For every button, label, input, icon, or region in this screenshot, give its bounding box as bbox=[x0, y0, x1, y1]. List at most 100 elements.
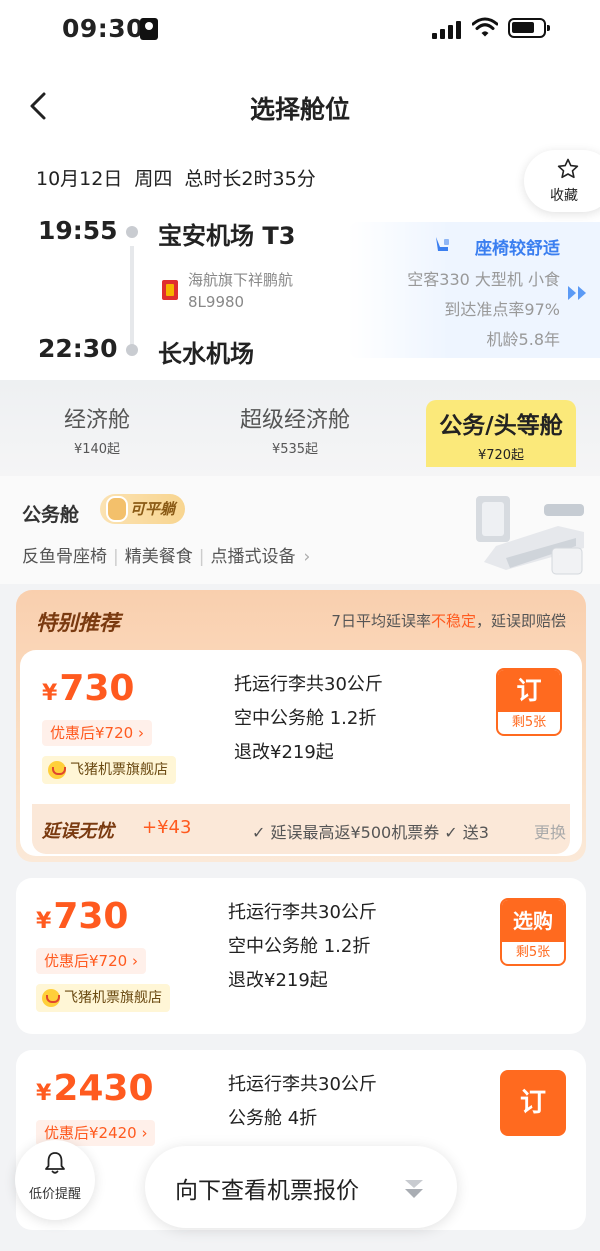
chevron-right-icon: › bbox=[303, 547, 311, 567]
offer-details: 托运行李共30公斤 空中公务舱 1.2折 退改¥219起 bbox=[234, 668, 383, 770]
delay-rate-note: 7日平均延误率不稳定，延误即赔偿 bbox=[331, 610, 566, 631]
divider: | bbox=[113, 547, 119, 567]
aircraft-age: 机龄5.8年 bbox=[486, 330, 560, 349]
tab-premium-economy[interactable]: 超级经济舱 ¥535起 bbox=[240, 402, 350, 457]
delay-insurance[interactable]: 延误无忧 +¥43 ✓ 延误最高返¥500机票券 ✓ 送3 更换 bbox=[32, 804, 570, 854]
special-recommendation: 特别推荐 7日平均延误率不稳定，延误即赔偿 ¥730 优惠后¥720 › 飞猪机… bbox=[16, 590, 586, 862]
double-chevron-right-icon bbox=[568, 286, 586, 300]
currency: ¥ bbox=[36, 909, 52, 934]
tab-price: ¥535起 bbox=[271, 442, 319, 457]
offer-price: ¥730 bbox=[36, 896, 128, 937]
fliggy-icon bbox=[42, 989, 60, 1007]
scroll-label: 向下查看机票报价 bbox=[175, 1178, 359, 1204]
shop-name: 飞猪机票旗舰店 bbox=[64, 990, 162, 1006]
tab-price: ¥720起 bbox=[477, 448, 525, 463]
offer-price: ¥730 bbox=[42, 668, 134, 709]
arrival-dot bbox=[126, 344, 138, 356]
offer-card[interactable]: ¥730 优惠后¥720 › 飞猪机票旗舰店 托运行李共30公斤 空中公务舱 1… bbox=[16, 878, 586, 1034]
scroll-to-prices-button[interactable]: 向下查看机票报价 bbox=[145, 1146, 457, 1228]
select-button[interactable]: 选购 剩5张 bbox=[500, 898, 566, 966]
discount-price[interactable]: 优惠后¥720 › bbox=[36, 948, 146, 974]
note-text: ，延误即赔偿 bbox=[475, 612, 566, 630]
shop-badge[interactable]: 飞猪机票旗舰店 bbox=[36, 984, 170, 1012]
divider: | bbox=[198, 547, 205, 567]
departure-time: 19:55 bbox=[38, 216, 118, 245]
cabin-feature[interactable]: 公务舱 可平躺 反鱼骨座椅 | 精美餐食 | 点播式设备 › bbox=[0, 476, 600, 584]
currency: ¥ bbox=[36, 1081, 52, 1106]
tab-price: ¥140起 bbox=[73, 442, 121, 457]
remaining-seats: 剩5张 bbox=[511, 715, 547, 730]
feature-item: 精美餐食 bbox=[124, 547, 193, 567]
cabin-discount: 公务舱 4折 bbox=[228, 1108, 318, 1129]
wifi-icon bbox=[472, 17, 498, 37]
flight-info: 10月12日 周四 总时长2时35分 收藏 19:55 宝安机场 T3 海航旗下… bbox=[0, 150, 600, 380]
note-text: 7日平均延误率 bbox=[331, 612, 431, 630]
price-alert-button[interactable]: 低价提醒 bbox=[15, 1140, 95, 1220]
airline-logo bbox=[162, 280, 178, 300]
price-value: 730 bbox=[59, 668, 135, 709]
airline-info: 海航旗下祥鹏航 8L9980 bbox=[188, 269, 293, 313]
discount-price[interactable]: 优惠后¥720 › bbox=[42, 720, 152, 746]
baggage-info: 托运行李共30公斤 bbox=[234, 674, 383, 695]
status-time: 09:30 bbox=[62, 14, 145, 43]
flatbed-badge: 可平躺 bbox=[100, 494, 186, 524]
price-value: 2430 bbox=[53, 1068, 154, 1109]
currency: ¥ bbox=[42, 681, 58, 706]
flatbed-label: 可平躺 bbox=[130, 500, 176, 518]
seat-icon bbox=[436, 237, 449, 251]
cabin-discount: 空中公务舱 1.2折 bbox=[228, 936, 371, 957]
route-line bbox=[130, 246, 134, 346]
fliggy-icon bbox=[48, 761, 66, 779]
favorite-button[interactable]: 收藏 bbox=[524, 150, 600, 212]
price-alert-label: 低价提醒 bbox=[28, 1187, 81, 1202]
departure-airport: 宝安机场 T3 bbox=[158, 222, 296, 250]
id-card-icon bbox=[140, 18, 158, 40]
tab-label: 超级经济舱 bbox=[240, 408, 351, 433]
star-icon bbox=[557, 158, 579, 179]
favorite-label: 收藏 bbox=[550, 188, 578, 204]
business-seat-illustration bbox=[476, 496, 584, 575]
cabin-tabs: 经济舱 ¥140起 超级经济舱 ¥535起 公务/头等舱 ¥720起 bbox=[0, 380, 600, 476]
note-warning: 不稳定 bbox=[430, 612, 476, 630]
battery-icon bbox=[508, 18, 550, 38]
flight-number: 8L9980 bbox=[188, 293, 245, 311]
offer-details: 托运行李共30公斤 空中公务舱 1.2折 退改¥219起 bbox=[228, 896, 377, 998]
cabin-discount: 空中公务舱 1.2折 bbox=[234, 708, 377, 729]
shop-name: 飞猪机票旗舰店 bbox=[70, 762, 168, 778]
select-label: 选购 bbox=[502, 900, 564, 942]
delay-price: +¥43 bbox=[142, 817, 192, 838]
airline-name: 海航旗下祥鹏航 bbox=[188, 271, 294, 289]
tab-economy[interactable]: 经济舱 ¥140起 bbox=[64, 402, 130, 457]
offer-price: ¥2430 bbox=[36, 1068, 154, 1109]
comfort-title: 座椅较舒适 bbox=[475, 239, 560, 259]
remaining-seats: 剩5张 bbox=[515, 945, 551, 960]
arrival-airport: 长水机场 bbox=[158, 340, 254, 368]
tab-label: 经济舱 bbox=[64, 408, 131, 433]
feature-title: 公务舱 bbox=[22, 504, 80, 526]
chevron-down-icon bbox=[405, 1180, 423, 1198]
baggage-info: 托运行李共30公斤 bbox=[228, 1074, 377, 1095]
top-nav: 选择舱位 bbox=[0, 60, 600, 150]
refund-info: 退改¥219起 bbox=[228, 970, 328, 991]
tab-label: 公务/头等舱 bbox=[439, 413, 563, 439]
tab-business-first[interactable]: 公务/头等舱 ¥720起 bbox=[426, 400, 576, 467]
departure-dot bbox=[126, 226, 138, 238]
book-label: 订 bbox=[498, 670, 560, 712]
arrival-time: 22:30 bbox=[38, 334, 118, 363]
flight-date: 10月12日 周四 总时长2时35分 bbox=[36, 168, 316, 190]
feature-item: 反鱼骨座椅 bbox=[22, 547, 107, 567]
delay-title: 延误无忧 bbox=[42, 821, 114, 842]
status-bar: 09:30 bbox=[0, 0, 600, 60]
bell-icon bbox=[45, 1152, 65, 1174]
page-title: 选择舱位 bbox=[249, 95, 350, 124]
refund-info: 退改¥219起 bbox=[234, 742, 334, 763]
price-value: 730 bbox=[53, 896, 129, 937]
feature-item: 点播式设备 bbox=[210, 547, 296, 567]
change-button[interactable]: 更换 bbox=[527, 819, 566, 843]
book-button[interactable]: 订 bbox=[500, 1070, 566, 1136]
book-button[interactable]: 订 剩5张 bbox=[496, 668, 562, 736]
thumbs-up-icon bbox=[106, 496, 128, 522]
offer-details: 托运行李共30公斤 公务舱 4折 bbox=[228, 1068, 377, 1136]
comfort-panel[interactable]: 座椅较舒适 空客330 大型机 小食 到达准点率97% 机龄5.8年 bbox=[348, 222, 600, 358]
shop-badge[interactable]: 飞猪机票旗舰店 bbox=[42, 756, 176, 784]
